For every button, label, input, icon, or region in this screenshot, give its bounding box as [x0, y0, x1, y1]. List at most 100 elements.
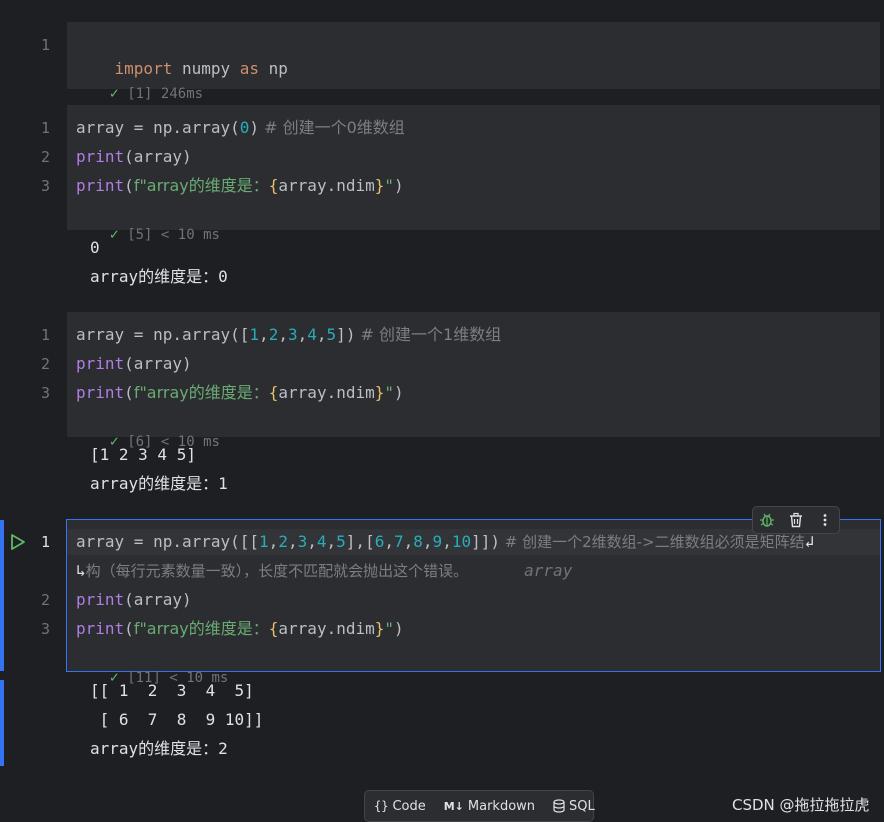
execution-status: ✓ [6] < 10 ms: [76, 411, 220, 450]
cell-selection-bar: [0, 520, 4, 671]
code-token: array.ndim: [278, 619, 375, 638]
code-token: f"array的维度是：: [133, 619, 269, 638]
cell-output-line: [1 2 3 4 5]: [90, 445, 196, 464]
cell-output-line: 0: [90, 238, 100, 257]
cell-output-line: [[ 1 2 3 4 5]: [90, 681, 254, 700]
bug-icon[interactable]: [759, 512, 775, 528]
line-number: 2: [40, 148, 50, 166]
code-cell-4[interactable]: array = np.array([[1,2,3,4,5],[6,7,8,9,1…: [66, 519, 881, 686]
code-line[interactable]: array = np.array([1,2,3,4,5]) # 创建一个1维数组: [76, 323, 501, 347]
execution-count: [1]: [127, 86, 153, 102]
keyword-as: as: [239, 59, 260, 78]
code-token: print: [76, 619, 125, 638]
add-markdown-label: Markdown: [467, 798, 536, 814]
run-cell-icon[interactable]: [9, 533, 27, 551]
code-line[interactable]: print(f"array的维度是：{array.ndim}"): [76, 174, 404, 198]
code-token: }: [374, 176, 385, 195]
code-line-wrapped[interactable]: ↳构（每行元素数量一致），长度不匹配就会抛出这个错误。 array: [76, 559, 572, 583]
code-comment: # 创建一个1维数组: [355, 325, 502, 344]
code-token: ): [394, 619, 404, 638]
line-number: 3: [40, 620, 50, 638]
line-number: 1: [40, 533, 50, 551]
line-number: 1: [40, 326, 50, 344]
code-token: (array): [124, 147, 192, 166]
code-token: f"array的维度是：: [133, 176, 269, 195]
line-number: 3: [40, 384, 50, 402]
line-number: 1: [40, 119, 50, 137]
line-number: 1: [40, 36, 50, 54]
add-sql-label: SQL: [569, 798, 595, 814]
add-sql-cell-button[interactable]: SQL: [544, 791, 604, 821]
execution-time: < 10 ms: [160, 227, 220, 243]
code-token: print: [76, 147, 125, 166]
code-cell-2[interactable]: array = np.array(0) # 创建一个0维数组 print(arr…: [67, 105, 880, 243]
check-icon: ✓: [109, 84, 119, 102]
code-token: }: [374, 383, 385, 402]
cell-output-line: array的维度是：1: [90, 474, 228, 493]
code-token: array = np.array(: [76, 325, 240, 344]
code-token: array = np.array(: [76, 118, 240, 137]
code-token: array.ndim: [278, 176, 375, 195]
code-line[interactable]: print(array): [76, 145, 192, 169]
code-token: print: [76, 590, 125, 609]
code-comment: 构（每行元素数量一致），长度不匹配就会抛出这个错误。: [85, 562, 469, 580]
add-markdown-cell-button[interactable]: M↓ Markdown: [435, 791, 544, 821]
watermark: CSDN @拖拉拖拉虎: [732, 796, 870, 814]
code-token: print: [76, 354, 125, 373]
trash-icon[interactable]: [788, 512, 804, 528]
line-number: 2: [40, 591, 50, 609]
code-comment: # 创建一个2维数组->二维数组必须是矩阵结: [500, 533, 805, 551]
code-token: 0: [239, 118, 250, 137]
code-token: ): [394, 383, 404, 402]
code-token: ): [394, 176, 404, 195]
output-selection-bar: [0, 680, 4, 766]
code-token: {: [268, 383, 279, 402]
module-alias: np: [259, 59, 288, 78]
braces-icon: {}: [374, 799, 389, 813]
code-line[interactable]: print(f"array的维度是：{array.ndim}"): [76, 617, 404, 641]
database-icon: [553, 799, 565, 813]
code-token: (array): [124, 354, 192, 373]
code-line[interactable]: print(f"array的维度是：{array.ndim}"): [76, 381, 404, 405]
execution-count: [5]: [127, 227, 153, 243]
execution-status: ✓ [5] < 10 ms: [76, 204, 220, 243]
code-token: ": [384, 619, 395, 638]
code-token: {: [268, 619, 279, 638]
markdown-icon: M↓: [443, 799, 464, 813]
code-token: (array): [124, 590, 192, 609]
code-token: ": [384, 176, 395, 195]
code-cell-3[interactable]: array = np.array([1,2,3,4,5]) # 创建一个1维数组…: [67, 312, 880, 450]
code-token: ): [249, 118, 260, 137]
execution-status: ✓ [1] 246ms: [76, 63, 203, 102]
check-icon: ✓: [109, 225, 119, 243]
more-icon[interactable]: [817, 512, 833, 528]
code-line[interactable]: import numpy as np: [76, 33, 288, 78]
code-token: print: [76, 383, 125, 402]
code-token: f"array的维度是：: [133, 383, 269, 402]
add-cell-bar: {} Code M↓ Markdown SQL: [364, 790, 595, 822]
line-number: 2: [40, 355, 50, 373]
cell-output-line: array的维度是：0: [90, 267, 228, 286]
code-token: ): [345, 325, 356, 344]
execution-time: 246ms: [160, 86, 204, 102]
add-code-cell-button[interactable]: {} Code: [365, 791, 435, 821]
cell-output-line: array的维度是：2: [90, 739, 228, 758]
code-line[interactable]: array = np.array([[1,2,3,4,5],[6,7,8,9,1…: [76, 530, 814, 554]
code-token: ): [490, 532, 500, 551]
code-token: array.ndim: [278, 383, 375, 402]
code-token: print: [76, 176, 125, 195]
inline-value-hint: array: [524, 561, 573, 580]
code-line[interactable]: print(array): [76, 588, 192, 612]
add-code-label: Code: [392, 798, 426, 814]
code-token: {: [268, 176, 279, 195]
cell-output-line: [ 6 7 8 9 10]]: [90, 710, 264, 729]
code-line[interactable]: print(array): [76, 352, 192, 376]
code-line[interactable]: array = np.array(0) # 创建一个0维数组: [76, 116, 405, 140]
code-cell-1[interactable]: import numpy as np ✓ [1] 246ms: [67, 22, 880, 102]
code-comment: # 创建一个0维数组: [259, 118, 405, 137]
code-token: }: [374, 619, 385, 638]
line-number: 3: [40, 177, 50, 195]
execution-status: ✓ [11] < 10 ms: [76, 647, 229, 686]
soft-wrap-icon: ↲: [804, 532, 815, 551]
cell-toolbar: [752, 506, 840, 534]
